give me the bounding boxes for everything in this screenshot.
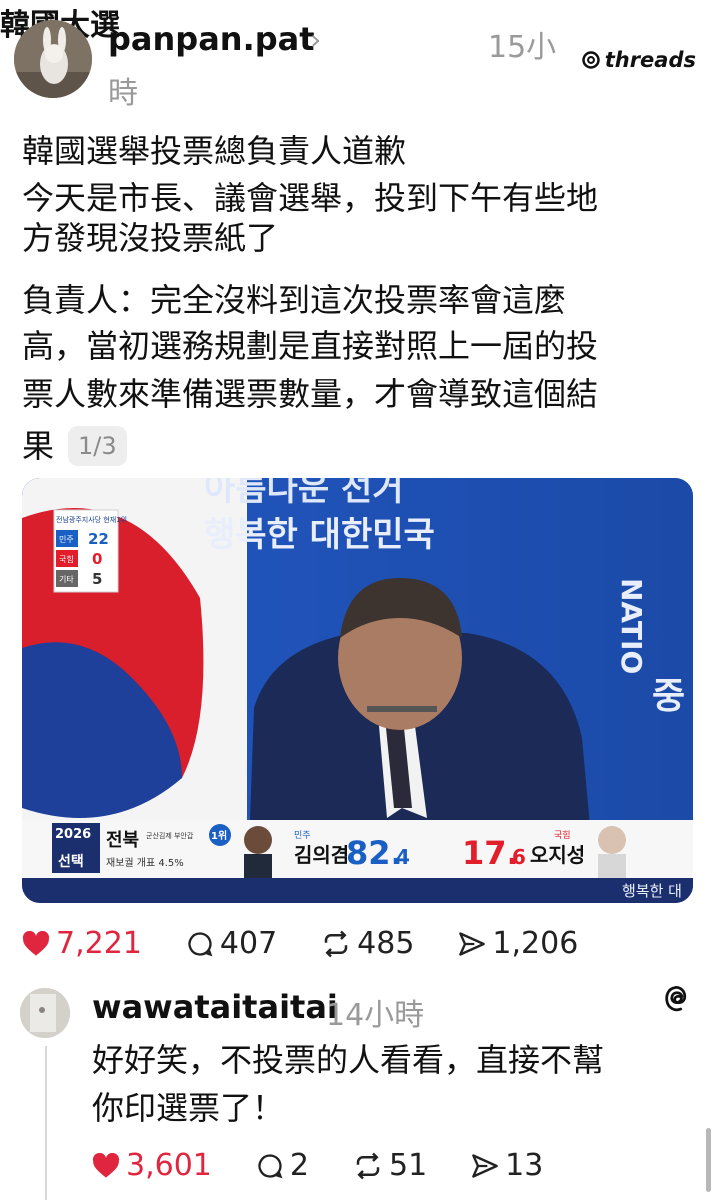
repost-icon bbox=[324, 930, 348, 957]
heart-filled-icon bbox=[92, 1152, 120, 1178]
post-image[interactable]: 아름다운 선거 행복한 대한민국 NATIO 중 전남광주지사당 현재1위 민주… bbox=[22, 478, 693, 903]
post-text-line: 方發現沒投票紙了 bbox=[22, 219, 279, 257]
repost-button[interactable]: 485 bbox=[321, 926, 414, 961]
reply-comment-button[interactable]: 2 bbox=[256, 1148, 309, 1183]
ticker-cand2-name: 오지성 bbox=[530, 843, 585, 867]
like-count: 7,221 bbox=[56, 926, 142, 961]
heart-filled-icon bbox=[22, 930, 50, 956]
tally-count: 5 bbox=[92, 570, 102, 588]
reply-repost-button[interactable]: 51 bbox=[353, 1148, 427, 1183]
reply-share-button[interactable]: 13 bbox=[471, 1148, 543, 1183]
reply-action-bar: 3,601 2 51 13 bbox=[92, 1148, 587, 1183]
repost-count: 485 bbox=[357, 926, 415, 961]
page-indicator: 1/3 bbox=[68, 426, 127, 466]
vote-tally-box: 전남광주지사당 현재1위 민주 22 국힘 0 기타 5 bbox=[53, 509, 127, 593]
ticker-cand1-name: 김의겸 bbox=[294, 843, 349, 867]
chevron-right-icon: › bbox=[310, 23, 322, 56]
reply-text-line: 好好笑，不投票的人看看，直接不幫 bbox=[92, 1041, 605, 1079]
tally-party: 기타 bbox=[59, 575, 74, 584]
share-count: 1,206 bbox=[492, 926, 579, 961]
election-ticker: 2026 선택 전북 군산김제 부안갑 재보궐 개표 4.5% 1위 민주 김의… bbox=[22, 820, 693, 903]
reply-author-handle[interactable]: wawataitaitai bbox=[92, 988, 338, 1026]
send-icon bbox=[472, 1153, 499, 1178]
threads-watermark: threads bbox=[581, 48, 696, 72]
post-text-line: 高，當初選務規劃是直接對照上一屆的投 bbox=[22, 327, 599, 365]
ticker-cand1-pct-decimal: 4 bbox=[396, 845, 410, 869]
backdrop-side-text: NATIO bbox=[615, 578, 648, 674]
like-button[interactable]: 7,221 bbox=[22, 926, 142, 961]
user-avatar[interactable] bbox=[14, 20, 92, 98]
tally-party: 민주 bbox=[59, 534, 74, 544]
ticker-region: 전북 bbox=[106, 830, 139, 851]
reply-repost-count: 51 bbox=[388, 1148, 428, 1183]
tally-header: 전남광주지사당 현재1위 bbox=[56, 515, 127, 524]
ticker-rank: 1위 bbox=[211, 829, 227, 842]
reply-like-count: 3,601 bbox=[126, 1148, 212, 1183]
tally-count: 22 bbox=[88, 530, 109, 548]
threads-watermark-text: threads bbox=[604, 48, 696, 72]
post-text-line: 韓國選舉投票總負責人道歉 bbox=[22, 132, 407, 170]
post-timestamp-continued: 時 bbox=[108, 76, 138, 111]
send-icon bbox=[459, 931, 486, 956]
backdrop-slogan-1: 아름다운 선거 bbox=[204, 478, 404, 509]
post-timestamp: 15小 bbox=[488, 30, 557, 65]
ticker-cand2-party: 국힘 bbox=[554, 830, 571, 841]
reply-text-line: 你印選票了！ bbox=[92, 1089, 285, 1127]
post-text-line: 票人數來準備選票數量，才會導致這個結 bbox=[22, 375, 599, 413]
scrollbar[interactable] bbox=[706, 1128, 711, 1192]
threads-logo-icon bbox=[581, 51, 600, 69]
ticker-event: 재보궐 개표 4.5% bbox=[106, 856, 184, 869]
comment-button[interactable]: 407 bbox=[186, 926, 277, 961]
ticker-cand1-pct: 82. bbox=[346, 834, 403, 872]
thread-connector-line bbox=[45, 1046, 47, 1200]
comment-icon bbox=[258, 1153, 283, 1178]
tally-party: 국힘 bbox=[59, 554, 74, 564]
ticker-cand2-pct: 17. bbox=[462, 834, 519, 872]
backdrop-right-text: 중 bbox=[652, 676, 685, 717]
post-text-line: 果 bbox=[22, 427, 55, 465]
post-text-line: 負責人：完全沒料到這次投票率會這麼 bbox=[22, 281, 567, 319]
ticker-year: 2026 bbox=[55, 827, 91, 842]
comment-count: 407 bbox=[219, 926, 278, 961]
ticker-label: 선택 bbox=[58, 853, 84, 870]
reply-share-count: 13 bbox=[505, 1148, 544, 1183]
ticker-cand1-party: 민주 bbox=[294, 830, 311, 841]
backdrop-slogan-2: 행복한 대한민국 bbox=[204, 515, 435, 555]
share-button[interactable]: 1,206 bbox=[458, 926, 578, 961]
ticker-right-text: 행복한 대 bbox=[622, 882, 682, 900]
tally-count: 0 bbox=[92, 550, 102, 568]
threads-icon bbox=[662, 984, 692, 1018]
reply-timestamp: 14小時 bbox=[326, 998, 425, 1033]
comment-icon bbox=[188, 931, 213, 956]
post-author-handle[interactable]: panpan.pat bbox=[108, 20, 315, 58]
ticker-cand2-pct-decimal: 6 bbox=[512, 845, 526, 869]
ticker-sub-region: 군산김제 부안갑 bbox=[146, 831, 194, 840]
reply-comment-count: 2 bbox=[289, 1148, 309, 1183]
reply-like-button[interactable]: 3,601 bbox=[92, 1148, 212, 1183]
reply-user-avatar[interactable] bbox=[20, 988, 70, 1038]
post-action-bar: 7,221 407 485 1,206 bbox=[22, 926, 622, 961]
repost-icon bbox=[356, 1152, 380, 1179]
